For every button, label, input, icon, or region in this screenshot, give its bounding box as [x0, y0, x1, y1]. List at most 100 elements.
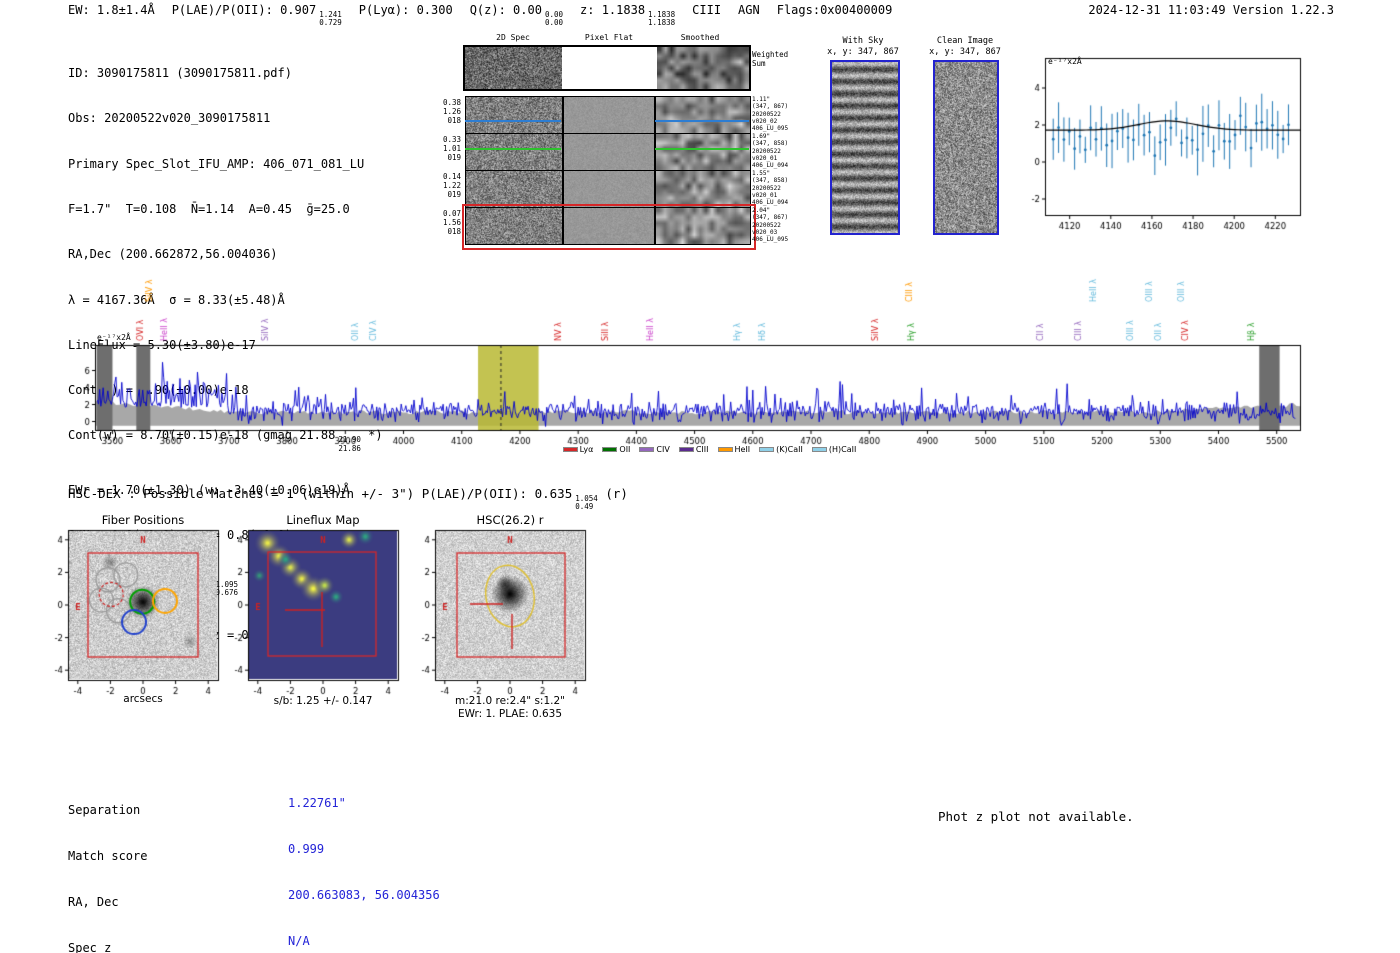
info-radec: RA,Dec (200.662872,56.004036)	[68, 247, 383, 262]
legend-swatch	[813, 448, 826, 451]
row-label: RA, Dec	[68, 895, 176, 910]
fiber-id-label: 1.55" (347, 858) 20200522 v020_01 406_LU…	[752, 170, 814, 206]
fiber-trace-marker-green	[655, 148, 749, 150]
fiber-weight-label: 0.14 1.22 019	[437, 172, 461, 199]
with-sky-image-canvas	[830, 60, 900, 235]
spectrum-units-label: e⁻¹⁷x2Å	[97, 333, 131, 342]
fiber-weight-label: 0.07 1.56 018	[437, 209, 461, 236]
legend-label: (H)CaII	[829, 445, 856, 454]
plae-ci-frac: 1.2410.729	[319, 11, 342, 27]
with-sky-coords: x, y: 347, 867	[818, 47, 908, 57]
fiber-weight-label: 0.33 1.01 019	[437, 135, 461, 162]
zoom-units-label: e⁻¹⁷x2Å	[1048, 57, 1082, 66]
legend-swatch	[603, 448, 616, 451]
z-value: z: 1.18381.18381.1838	[580, 3, 675, 27]
line-id: CIII	[692, 3, 721, 27]
fiber-trace-marker-blue	[465, 120, 561, 122]
col-header-smoothed: Smoothed	[665, 33, 735, 42]
row-label: Separation	[68, 803, 176, 818]
plae-poii-value: P(LAE)/P(OII): 0.9071.2410.729	[172, 3, 342, 27]
legend-item-hcaii: (H)CaII	[813, 445, 856, 454]
elixer-report-page: EW: 1.8±1.4Å P(LAE)/P(OII): 0.9071.2410.…	[0, 0, 1400, 953]
fiber-id-label: 2.04" (347, 867) 20200522 v020_03 406_LU…	[752, 207, 814, 243]
legend-item-ciii: CIII	[680, 445, 709, 454]
weighted-sum-2d-canvas	[465, 47, 562, 89]
row-value: 0.999	[288, 842, 440, 857]
spec2d-strip-canvas	[465, 170, 563, 208]
legend-item-heii: HeII	[719, 445, 751, 454]
hsc-plae-ci-frac: 1.0540.49	[575, 495, 598, 511]
legend-swatch	[564, 448, 577, 451]
fiber-trace-marker-blue	[655, 120, 749, 122]
legend-item-lya: Lyα	[564, 445, 594, 454]
fiber-xlabel: arcsecs	[43, 693, 243, 705]
weighted-sum-strip	[463, 45, 751, 91]
smoothed-strip-canvas	[655, 96, 751, 134]
line-zoom-plot-canvas	[1020, 40, 1340, 240]
smoothed-strip-canvas	[655, 170, 751, 208]
fiber-id-label: 1.69" (347, 858) 20200522 v020_01 406_LU…	[752, 133, 814, 169]
z-ci-frac: 1.18381.1838	[648, 11, 675, 27]
hsc-caption-ewr: EWr: 1. PLAE: 0.635	[410, 708, 610, 720]
legend-label: CIII	[696, 445, 709, 454]
legend-item-civ: CIV	[640, 445, 669, 454]
pixelflat-strip-canvas	[563, 133, 655, 171]
selected-fiber-red-box	[462, 204, 756, 250]
legend-label: Lyα	[580, 445, 594, 454]
info-id: ID: 3090175811 (3090175811.pdf)	[68, 66, 383, 81]
lineflux-map-canvas	[230, 522, 430, 707]
fiber-weight-label: 0.38 1.26 018	[437, 98, 461, 125]
pixelflat-strip-canvas	[563, 170, 655, 208]
ew-value: EW: 1.8±1.4Å	[68, 3, 155, 27]
plya-value: P(Lyα): 0.300	[359, 3, 453, 27]
clean-image-canvas	[933, 60, 999, 235]
info-fiber-stats: F=1.7" T=0.108 N̄=1.14 A=0.45 ḡ=25.0	[68, 202, 383, 217]
match-table-values: 1.22761" 0.999 200.663083, 56.004356 N/A…	[288, 765, 440, 953]
legend-swatch	[760, 448, 773, 451]
full-spectrum-plot-canvas	[78, 268, 1318, 453]
clean-image-title: Clean Image	[920, 36, 1010, 46]
col-header-pixelflat: Pixel Flat	[574, 33, 644, 42]
weighted-sum-label: Weighted Sum	[752, 50, 798, 68]
classification-label: AGN	[738, 3, 760, 27]
hsc-cutout-canvas	[417, 522, 617, 707]
info-obs: Obs: 20200522v020_3090175811	[68, 111, 383, 126]
info-primary-slot: Primary Spec_Slot_IFU_AMP: 406_071_081_L…	[68, 157, 383, 172]
fiber-id-label: 1.11" (347, 867) 20200522 v020_02 406_LU…	[752, 96, 814, 132]
clean-image-coords: x, y: 347, 867	[920, 47, 1010, 57]
row-label: Spec z	[68, 941, 176, 953]
header-summary-row: EW: 1.8±1.4Å P(LAE)/P(OII): 0.9071.2410.…	[68, 3, 892, 27]
legend-item-kcaii: (K)CaII	[760, 445, 803, 454]
spectrum-legend: Lyα OII CIV CIII HeII (K)CaII (H)CaII	[430, 445, 990, 454]
match-table-labels: Separation Match score RA, Dec Spec z Ph…	[68, 772, 176, 953]
fiber-positions-canvas	[50, 522, 250, 707]
lineflux-caption: s/b: 1.25 +/- 0.147	[223, 695, 423, 707]
row-value: 1.22761"	[288, 796, 440, 811]
with-sky-title: With Sky	[818, 36, 908, 46]
timestamp: 2024-12-31 11:03:49 Version 1.22.3	[1088, 3, 1334, 17]
row-value: 200.663083, 56.004356	[288, 888, 440, 903]
spec2d-strip-canvas	[465, 133, 563, 171]
qz-ci-frac: 0.000.00	[545, 11, 563, 27]
legend-swatch	[719, 448, 732, 451]
row-label: Match score	[68, 849, 176, 864]
weighted-sum-smoothed-canvas	[657, 47, 749, 89]
hsc-caption-mag: m:21.0 re:2.4" s:1.2"	[410, 695, 610, 707]
legend-label: CIV	[656, 445, 669, 454]
fiber-trace-marker-green	[465, 148, 561, 150]
legend-label: HeII	[735, 445, 751, 454]
row-value: N/A	[288, 934, 440, 949]
hscdex-match-line: HSC-DEX : Possible Matches = 1 (within +…	[68, 486, 628, 511]
flags-value: Flags:0x00400009	[777, 3, 893, 27]
legend-label: OII	[619, 445, 630, 454]
pixelflat-strip-canvas	[563, 96, 655, 134]
legend-item-oii: OII	[603, 445, 630, 454]
legend-swatch	[640, 448, 653, 451]
legend-label: (K)CaII	[776, 445, 803, 454]
legend-swatch	[680, 448, 693, 451]
col-header-2dspec: 2D Spec	[478, 33, 548, 42]
spec2d-strip-canvas	[465, 96, 563, 134]
qz-value: Q(z): 0.000.000.00	[470, 3, 563, 27]
smoothed-strip-canvas	[655, 133, 751, 171]
photz-unavailable-note: Phot z plot not available.	[938, 809, 1134, 824]
